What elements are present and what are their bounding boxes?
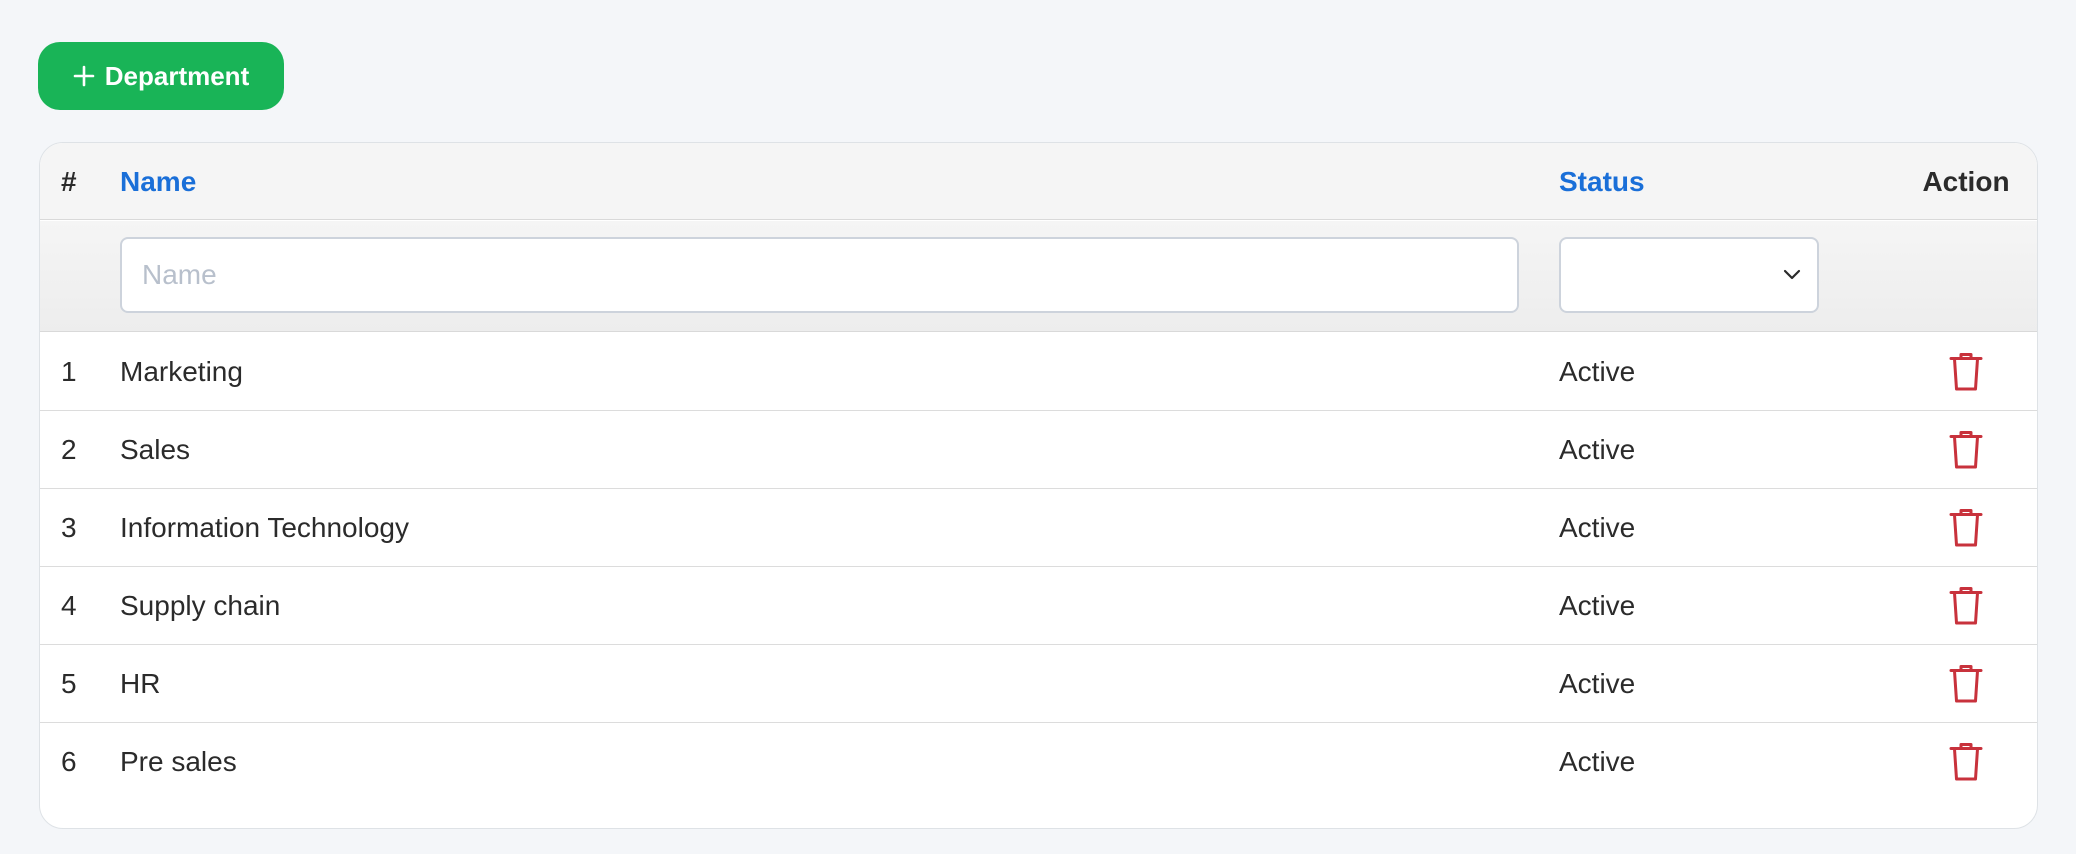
add-department-label: Department: [104, 60, 250, 91]
column-header-status[interactable]: Status: [1559, 143, 1645, 220]
row-status: Active: [1559, 746, 1636, 777]
column-header-number: #: [61, 165, 77, 197]
departments-table: # Name Status Action 1 Marketing Active 2 Sa…: [39, 142, 2038, 829]
row-number: 6: [61, 746, 77, 777]
delete-button[interactable]: [1944, 581, 1988, 631]
delete-button[interactable]: [1944, 737, 1988, 787]
row-action-cell: [1896, 723, 2036, 801]
row-status: Active: [1559, 668, 1636, 699]
filter-row: [40, 221, 2037, 332]
row-department-name: Supply chain: [120, 590, 281, 621]
delete-button[interactable]: [1944, 347, 1988, 397]
row-number: 3: [61, 512, 77, 543]
trash-icon: [1949, 508, 1983, 548]
column-header-action: Action: [1922, 165, 2010, 197]
row-status: Active: [1559, 590, 1636, 621]
status-filter-select[interactable]: [1559, 237, 1819, 313]
row-status: Active: [1559, 512, 1636, 543]
trash-icon: [1949, 352, 1983, 392]
row-department-name: Information Technology: [120, 512, 409, 543]
table-row: 3 Information Technology Active: [40, 489, 2037, 567]
row-status: Active: [1559, 356, 1636, 387]
delete-button[interactable]: [1944, 503, 1988, 553]
row-number: 5: [61, 668, 77, 699]
row-action-cell: [1896, 489, 2036, 567]
table-row: 6 Pre sales Active: [40, 723, 2037, 801]
row-status: Active: [1559, 434, 1636, 465]
trash-icon: [1949, 742, 1983, 782]
row-department-name: HR: [120, 668, 161, 699]
add-department-button[interactable]: Department: [38, 42, 284, 110]
row-department-name: Marketing: [120, 356, 243, 387]
column-header-name[interactable]: Name: [120, 143, 196, 220]
row-department-name: Sales: [120, 434, 191, 465]
row-action-cell: [1896, 645, 2036, 723]
chevron-down-icon: [1783, 267, 1801, 285]
trash-icon: [1949, 664, 1983, 704]
trash-icon: [1949, 430, 1983, 470]
trash-icon: [1949, 586, 1983, 626]
delete-button[interactable]: [1944, 659, 1988, 709]
row-action-cell: [1896, 333, 2036, 411]
plus-icon: [73, 65, 95, 87]
row-number: 1: [61, 356, 77, 387]
table-row: 4 Supply chain Active: [40, 567, 2037, 645]
row-action-cell: [1896, 411, 2036, 489]
name-filter-input[interactable]: [120, 237, 1519, 313]
delete-button[interactable]: [1944, 425, 1988, 475]
row-number: 4: [61, 590, 77, 621]
table-row: 1 Marketing Active: [40, 333, 2037, 411]
table-row: 5 HR Active: [40, 645, 2037, 723]
row-number: 2: [61, 434, 77, 465]
row-action-cell: [1896, 567, 2036, 645]
table-header-row: # Name Status Action: [40, 143, 2037, 220]
table-row: 2 Sales Active: [40, 411, 2037, 489]
row-department-name: Pre sales: [120, 746, 237, 777]
